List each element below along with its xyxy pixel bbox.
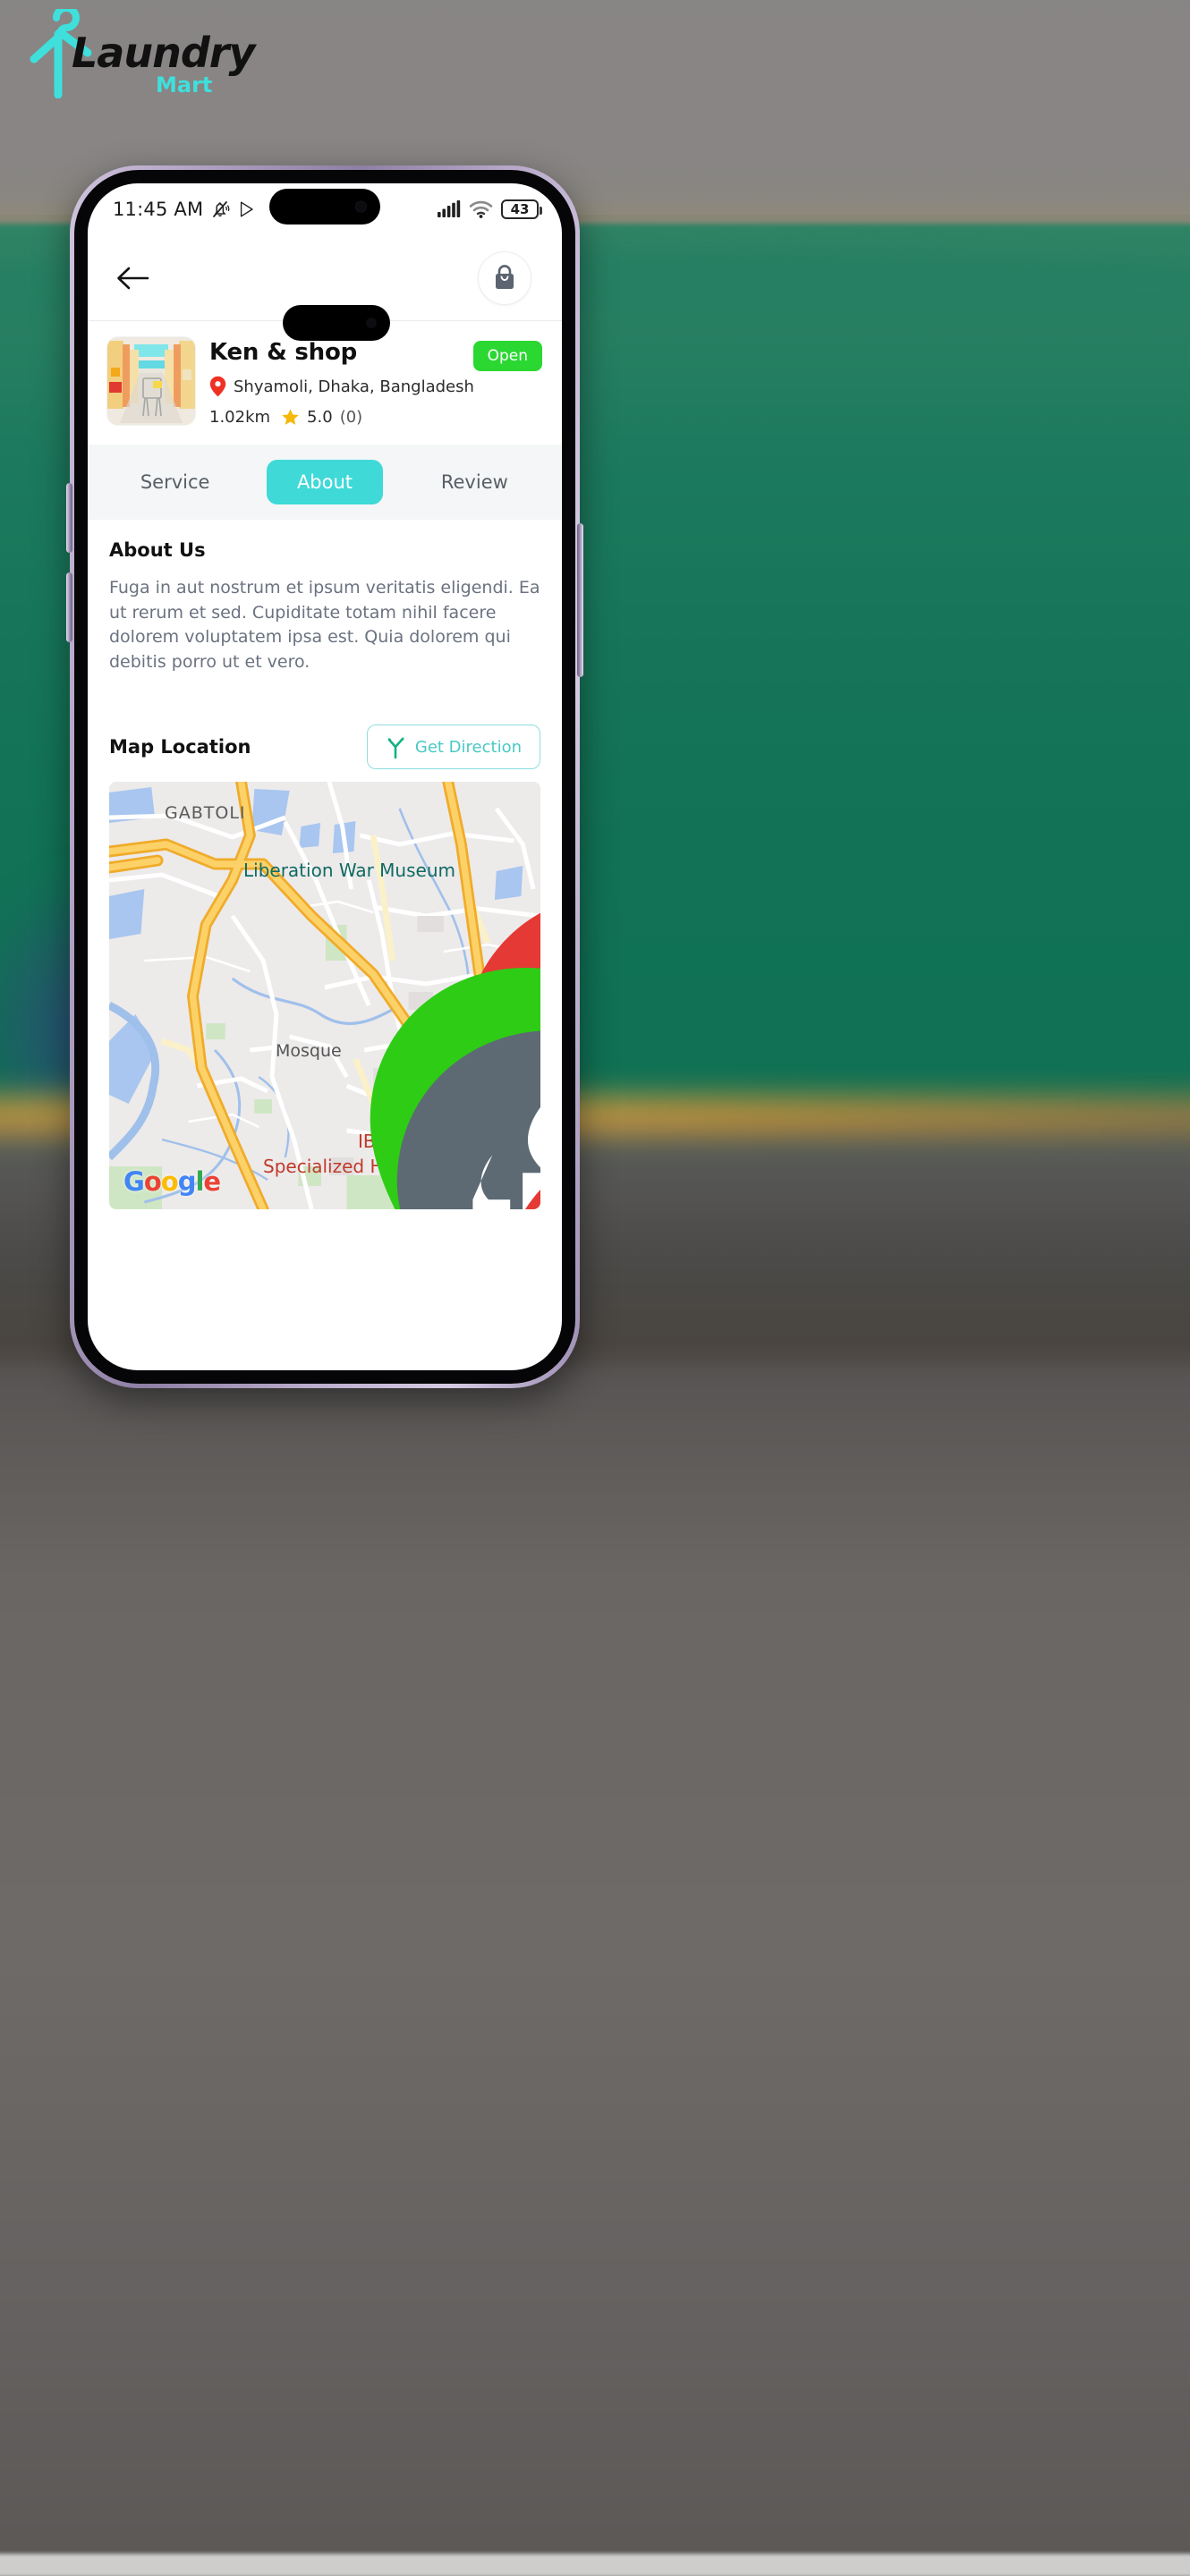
dynamic-island: [269, 189, 380, 225]
dynamic-island-overlay: [283, 305, 390, 341]
tab-service[interactable]: Service: [117, 460, 234, 504]
status-time: 11:45 AM: [113, 199, 204, 220]
shop-meta-row: 1.02km 5.0 (0): [209, 408, 542, 427]
map-section-header: Map Location Get Direction: [109, 724, 540, 770]
shopping-bag-icon: [496, 264, 514, 289]
back-arrow-icon[interactable]: [115, 264, 150, 292]
shop-address-text: Shyamoli, Dhaka, Bangladesh: [234, 377, 474, 396]
about-section: About Us Fuga in aut nostrum et ipsum ve…: [88, 520, 562, 1210]
play-store-icon: [241, 201, 253, 217]
map-preview[interactable]: GABTOLI Liberation War Museum Mosque IBN…: [109, 782, 540, 1210]
get-direction-label: Get Direction: [414, 737, 522, 757]
shop-review-count: (0): [339, 408, 363, 427]
about-title: About Us: [109, 539, 206, 561]
shop-summary-card: Ken & shop Shyamoli, Dhaka, Bangladesh 1…: [88, 305, 562, 445]
logo-wordmark: Laundry: [72, 29, 255, 77]
shop-address-row: Shyamoli, Dhaka, Bangladesh: [209, 376, 542, 397]
wifi-icon: [469, 200, 493, 218]
status-badge: Open: [472, 341, 542, 371]
tab-about[interactable]: About: [266, 460, 384, 504]
shop-distance: 1.02km: [209, 408, 271, 427]
status-bar: 11:45 AM 43: [88, 183, 562, 235]
battery-percent: 43: [510, 201, 530, 217]
location-pin-icon: [209, 376, 226, 397]
volume-up-button[interactable]: [66, 483, 72, 553]
cart-button[interactable]: [478, 250, 531, 305]
phone-screen: 11:45 AM 43 Ken & shop Shyamoli, Dhaka, …: [88, 183, 562, 1370]
shop-thumbnail: [107, 337, 195, 425]
app-logo: Laundry Mart: [23, 7, 319, 104]
about-body: Fuga in aut nostrum et ipsum veritatis e…: [109, 578, 540, 672]
directions-fork-icon: [387, 737, 404, 759]
mute-bell-icon: [213, 201, 230, 217]
google-attribution: Google: [123, 1166, 221, 1198]
shop-tabs: Service About Review: [88, 445, 562, 520]
shop-rating: 5.0: [307, 408, 333, 427]
phone-mockup: 11:45 AM 43 Ken & shop Shyamoli, Dhaka, …: [66, 165, 583, 1388]
hospital-poi-icon[interactable]: [442, 1131, 540, 1210]
signal-bars-icon: [438, 200, 461, 217]
volume-down-button[interactable]: [66, 572, 72, 642]
supermarket-aisle-image: [107, 337, 195, 425]
map-location-title: Map Location: [109, 736, 251, 758]
tab-review[interactable]: Review: [416, 460, 532, 504]
power-button[interactable]: [577, 523, 583, 677]
battery-indicator: 43: [501, 199, 542, 219]
star-icon: [282, 409, 299, 425]
logo-subtext: Mart: [156, 72, 213, 97]
get-direction-button[interactable]: Get Direction: [366, 724, 540, 770]
